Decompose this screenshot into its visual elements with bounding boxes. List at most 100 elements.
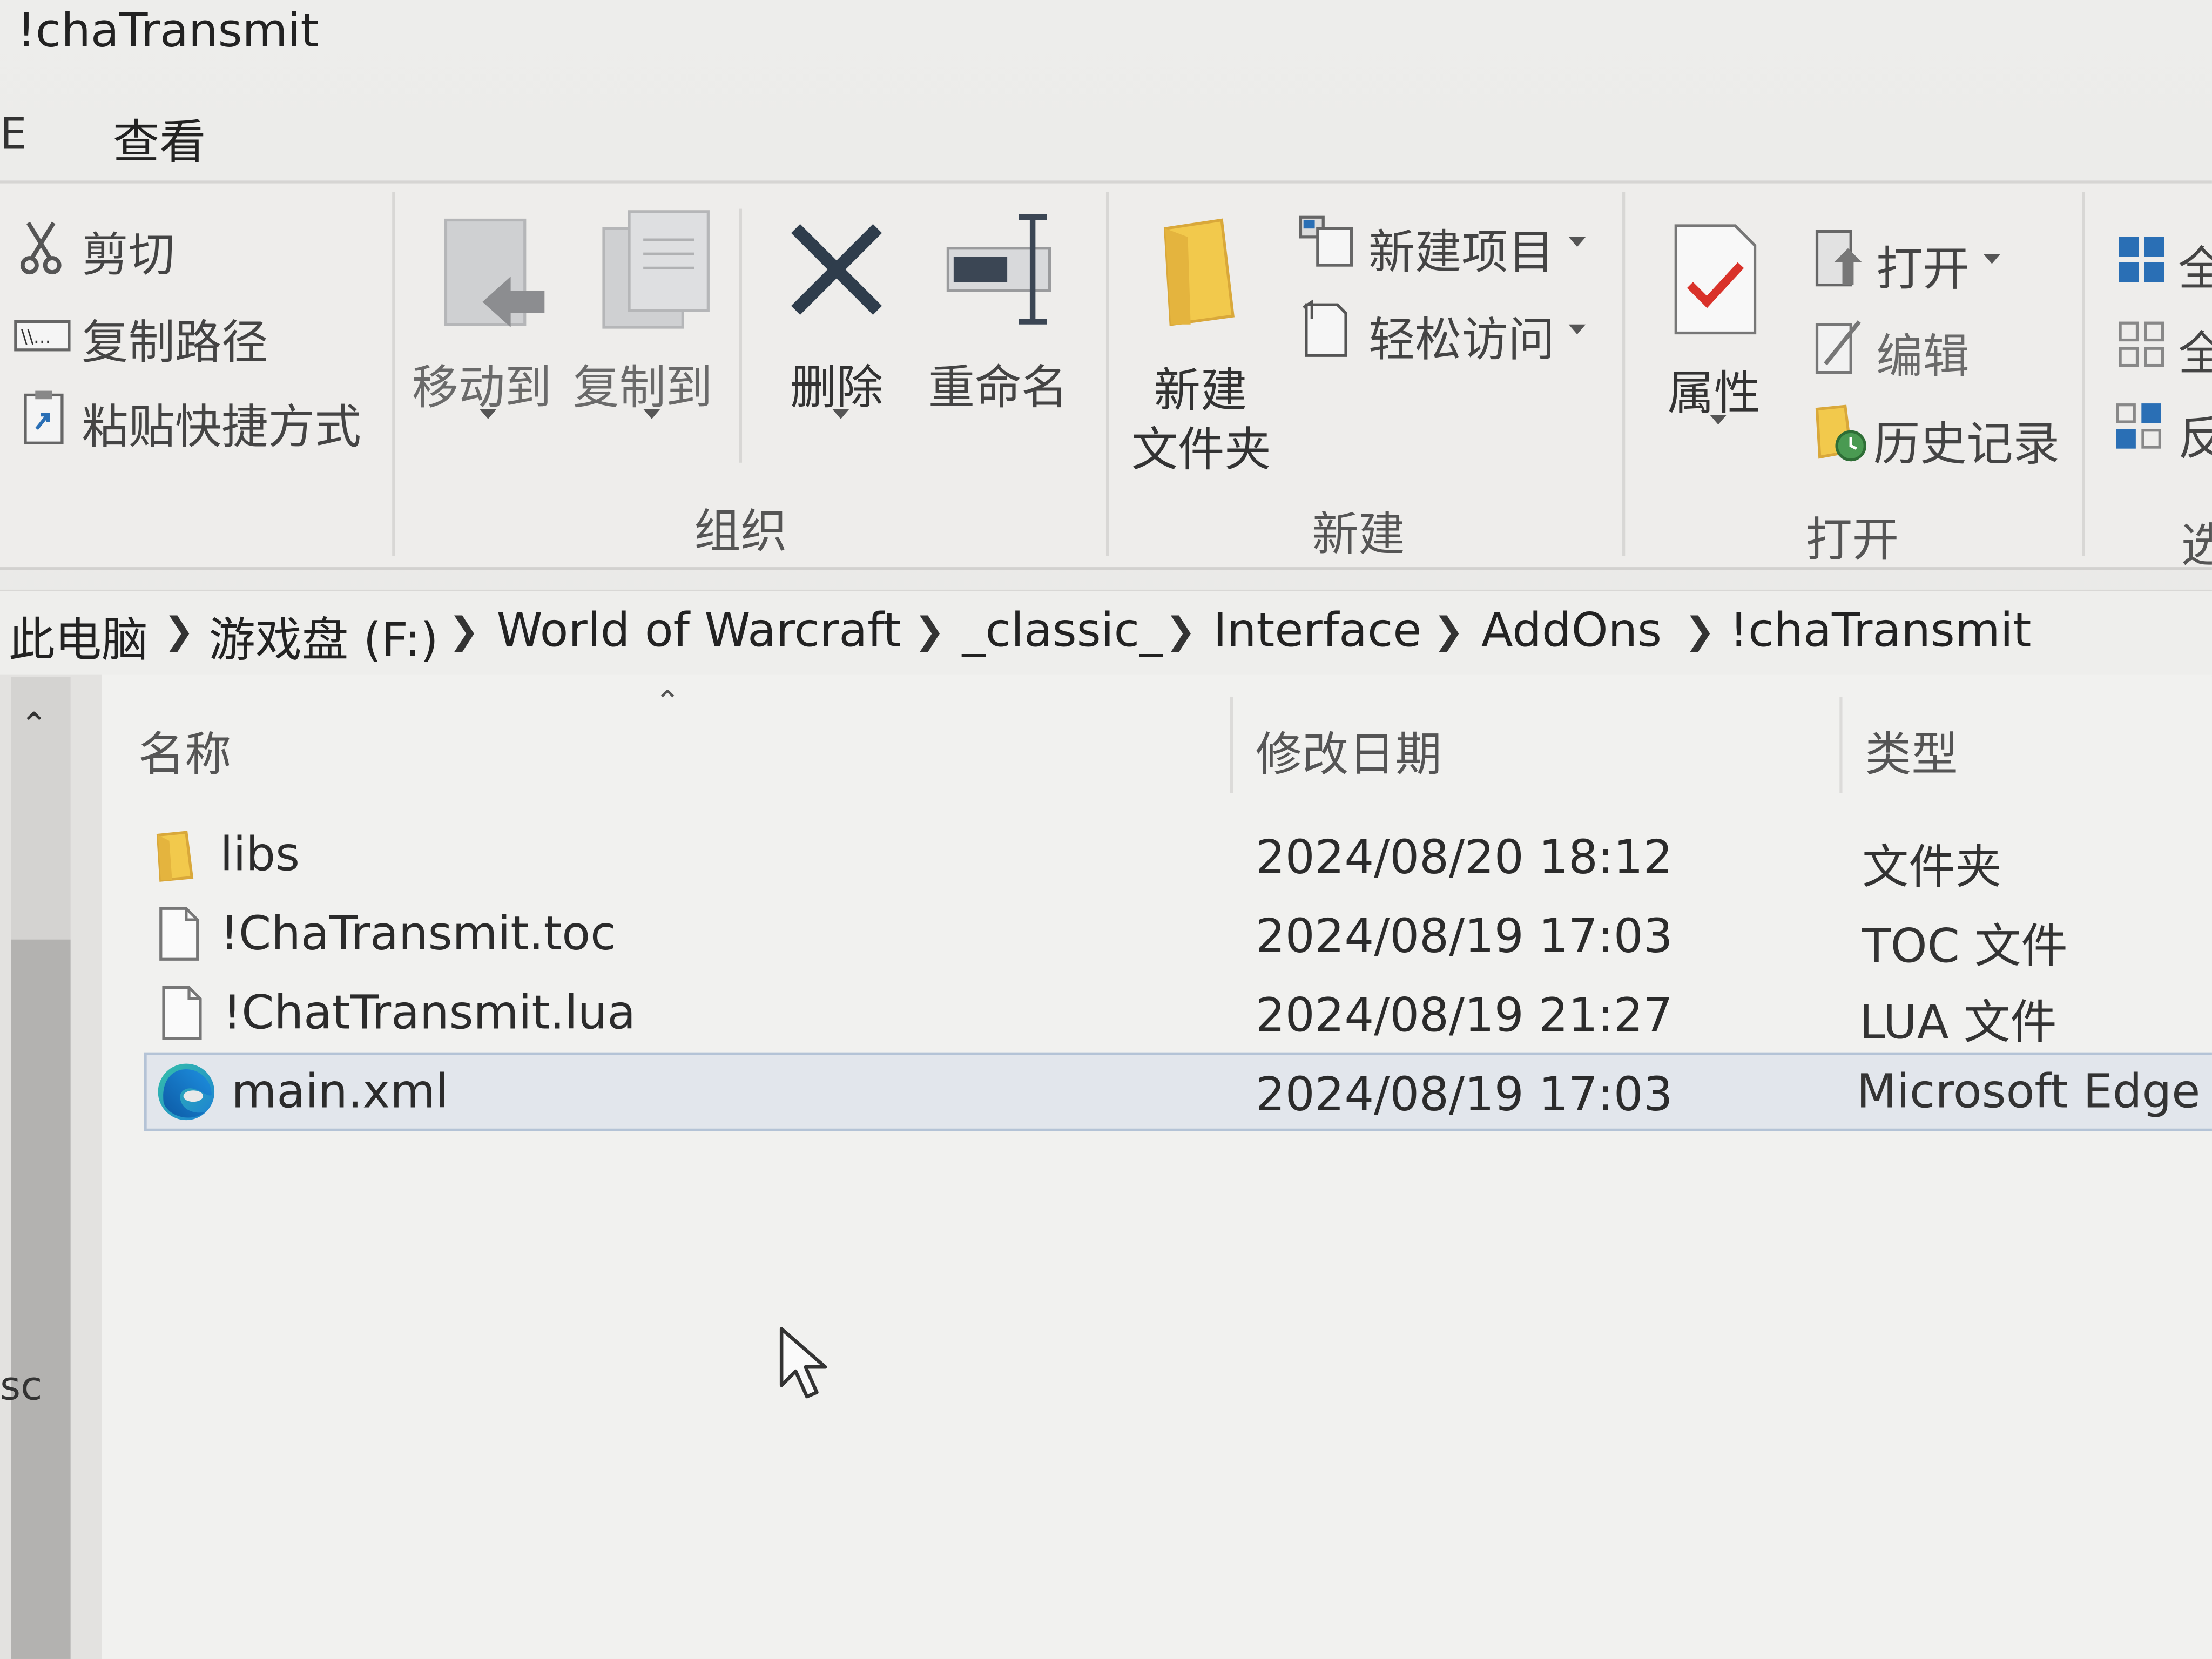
file-explorer-window: !chaTransmit E 查看 剪切 \\... 复制路径 粘贴快捷方式 移… <box>0 0 2212 1659</box>
open-icon <box>1814 228 1865 296</box>
address-bar[interactable]: 此电脑 ❯ 游戏盘 (F:) ❯ World of Warcraft ❯ _cl… <box>0 589 2212 677</box>
new-group-label: 新建 <box>1312 506 1405 562</box>
select-all-icon <box>2116 234 2167 291</box>
file-name: !ChaTransmit.toc <box>220 906 616 961</box>
file-modified: 2024/08/19 17:03 <box>1255 908 1673 964</box>
new-folder-button-line2[interactable]: 文件夹 <box>1131 412 1271 480</box>
delete-button[interactable]: 删除 <box>790 350 883 417</box>
file-row-toc[interactable]: !ChaTransmit.toc 2024/08/19 17:03 TOC 文件 <box>144 897 2211 976</box>
new-folder-icon <box>1159 217 1238 333</box>
file-icon <box>161 984 203 1047</box>
open-button[interactable]: 打开 <box>1876 231 1969 299</box>
breadcrumb-chatransmit[interactable]: !chaTransmit <box>1730 602 2032 657</box>
copy-to-icon <box>601 209 714 336</box>
copy-path-button[interactable]: 复制路径 <box>82 305 268 372</box>
column-header-type[interactable]: 类型 <box>1865 717 1958 784</box>
properties-button[interactable]: 属性 <box>1668 355 1761 423</box>
select-group-label: 选 <box>2181 508 2211 575</box>
new-item-icon <box>1298 212 1357 274</box>
properties-icon <box>1673 223 1758 341</box>
breadcrumb-game-drive[interactable]: 游戏盘 (F:) <box>209 602 439 670</box>
paste-shortcut-icon <box>23 389 65 451</box>
rename-icon <box>942 212 1064 333</box>
cut-button[interactable]: 剪切 <box>82 217 175 285</box>
file-modified: 2024/08/20 18:12 <box>1255 829 1673 885</box>
file-modified: 2024/08/19 21:27 <box>1255 987 1673 1043</box>
new-folder-button-line1[interactable]: 新建 <box>1154 353 1247 420</box>
ribbon-divider <box>2082 192 2085 556</box>
breadcrumb-world-of-warcraft[interactable]: World of Warcraft <box>496 602 901 657</box>
mouse-pointer-icon <box>779 1326 832 1408</box>
breadcrumb-chevron-icon[interactable]: ❯ <box>914 611 945 653</box>
ribbon-divider <box>392 192 395 556</box>
tab-partial[interactable]: E <box>0 110 27 159</box>
invert-selection-button[interactable]: 反 <box>2178 401 2212 468</box>
breadcrumb-this-pc[interactable]: 此电脑 <box>9 602 149 670</box>
delete-x-icon <box>784 217 888 327</box>
paste-shortcut-button[interactable]: 粘贴快捷方式 <box>82 389 361 457</box>
edit-icon <box>1814 316 1865 381</box>
select-none-button[interactable]: 全 <box>2178 316 2212 383</box>
breadcrumb-chevron-icon[interactable]: ❯ <box>1165 611 1196 653</box>
file-name: main.xml <box>231 1063 449 1119</box>
delete-dropdown-icon[interactable] <box>832 409 849 419</box>
breadcrumb-interface[interactable]: Interface <box>1213 602 1421 657</box>
open-dropdown-icon[interactable] <box>1983 254 2001 264</box>
breadcrumb-addons[interactable]: AddOns <box>1481 602 1662 657</box>
nav-scrollbar-thumb[interactable] <box>11 939 71 1659</box>
easy-access-button[interactable]: 轻松访问 <box>1368 302 1555 369</box>
invert-selection-icon <box>2113 401 2164 457</box>
ribbon-divider <box>1105 192 1109 556</box>
breadcrumb-chevron-icon[interactable]: ❯ <box>449 611 480 653</box>
file-type: Microsoft Edge H <box>1856 1063 2212 1119</box>
ribbon-divider <box>1622 192 1626 556</box>
new-item-dropdown-icon[interactable] <box>1568 237 1586 247</box>
breadcrumb-chevron-icon[interactable]: ❯ <box>1433 611 1464 653</box>
file-modified: 2024/08/19 17:03 <box>1255 1066 1673 1122</box>
edit-button[interactable]: 编辑 <box>1876 319 1969 386</box>
file-type: LUA 文件 <box>1859 994 2057 1050</box>
copy-path-icon: \\... <box>14 316 71 361</box>
copy-to-dropdown-icon[interactable] <box>643 409 660 419</box>
file-name: libs <box>220 826 300 882</box>
breadcrumb-classic[interactable]: _classic_ <box>962 602 1163 657</box>
file-type: TOC 文件 <box>1862 918 2068 974</box>
folder-icon <box>155 830 194 889</box>
file-type: 文件夹 <box>1862 839 2002 895</box>
sort-ascending-icon: ⌃ <box>655 685 681 721</box>
easy-access-icon <box>1298 299 1348 364</box>
tab-view[interactable]: 查看 <box>113 104 206 172</box>
rename-button[interactable]: 重命名 <box>928 350 1068 417</box>
svg-text:\\...: \\... <box>21 326 51 348</box>
select-none-icon <box>2116 319 2167 375</box>
column-divider[interactable] <box>1230 697 1233 793</box>
window-title: !chaTransmit <box>17 3 319 58</box>
move-to-icon <box>440 214 553 339</box>
properties-dropdown-icon[interactable] <box>1709 414 1727 425</box>
file-name: !ChatTransmit.lua <box>222 984 636 1040</box>
copy-to-button[interactable]: 复制到 <box>573 350 713 417</box>
file-row-main-xml[interactable]: main.xml 2024/08/19 17:03 Microsoft Edge… <box>144 1052 2212 1131</box>
breadcrumb-chevron-icon[interactable]: ❯ <box>164 611 194 653</box>
file-row-lua[interactable]: !ChatTransmit.lua 2024/08/19 21:27 LUA 文… <box>144 976 2211 1055</box>
column-divider[interactable] <box>1839 697 1843 793</box>
history-icon <box>1814 403 1867 468</box>
file-icon <box>158 906 200 968</box>
scroll-up-arrow-icon[interactable]: ⌃ <box>20 705 49 745</box>
easy-access-dropdown-icon[interactable] <box>1568 324 1586 335</box>
ribbon: 剪切 \\... 复制路径 粘贴快捷方式 移动到 复制到 删除 重命名 组织 新… <box>0 180 2212 573</box>
scissors-icon <box>20 220 62 282</box>
move-to-dropdown-icon[interactable] <box>480 409 497 419</box>
column-header-modified[interactable]: 修改日期 <box>1256 717 1442 784</box>
nav-item-partial[interactable]: sc <box>0 1363 42 1409</box>
new-item-button[interactable]: 新建项目 <box>1368 214 1555 282</box>
file-row-libs[interactable]: libs 2024/08/20 18:12 文件夹 <box>144 818 2211 897</box>
history-button[interactable]: 历史记录 <box>1873 406 2060 474</box>
open-group-label: 打开 <box>1805 512 1899 568</box>
breadcrumb-chevron-icon[interactable]: ❯ <box>1684 611 1715 653</box>
column-header-name[interactable]: 名称 <box>138 717 231 784</box>
edge-icon <box>155 1061 217 1128</box>
ribbon-divider <box>739 208 743 463</box>
move-to-button[interactable]: 移动到 <box>412 350 552 417</box>
select-all-button[interactable]: 全 <box>2178 231 2212 299</box>
